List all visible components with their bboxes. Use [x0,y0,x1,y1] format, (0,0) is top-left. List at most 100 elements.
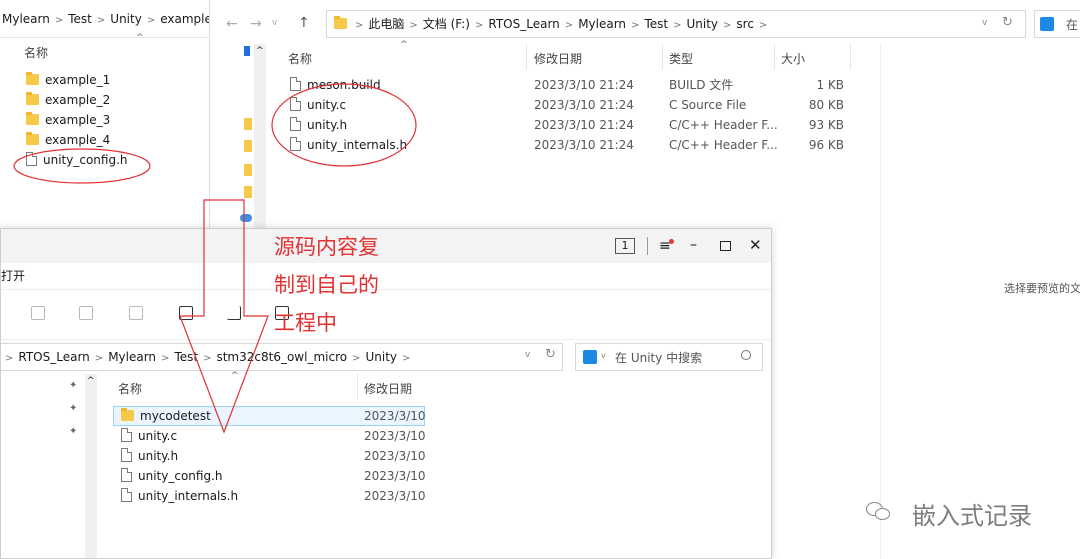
refresh-icon[interactable]: ↻ [1002,15,1013,30]
nav-folder-icon [244,186,252,198]
address-divider [0,37,209,38]
list-item[interactable]: example_2 [26,90,110,110]
crumb-mylearn[interactable]: Mylearn [2,12,50,26]
crumb-test[interactable]: Test [644,17,668,31]
column-name-header[interactable]: 名称 [24,44,48,61]
file-name: example_2 [45,93,111,107]
address-dropdown-icon[interactable]: v [982,18,987,28]
column-type-header[interactable]: 类型 [669,50,693,67]
copy-icon[interactable] [31,306,45,320]
folder-icon [334,16,347,29]
list-item[interactable]: example_1 [26,70,110,90]
scroll-up-icon[interactable]: ^ [256,46,264,56]
list-item[interactable]: example_3 [26,110,110,130]
address-bar[interactable]: Mylearn>Test>Unity>examples> [0,6,209,32]
table-row[interactable]: mycodetest [121,406,211,426]
src-breadcrumb: > 此电脑 > 文档 (F:) > RTOS_Learn > Mylearn > Test > Uni… [355,17,768,31]
column-name-header[interactable]: 名称 [288,50,312,67]
crumb-this-pc[interactable]: 此电脑 [368,17,404,31]
file-name: example_4 [45,133,111,147]
file-name: example_1 [45,73,111,87]
crumb-test[interactable]: Test [68,12,92,26]
crumb-mylearn[interactable]: Mylearn [108,350,156,364]
file-date: 2023/3/10 21:24 [534,138,634,152]
address-bar[interactable]: > RTOS_Learn > Mylearn > Test > stm32c8t6_owl_m… [1,343,563,371]
file-name: unity.c [138,429,178,443]
refresh-icon[interactable]: ↻ [545,347,556,362]
title-separator [647,237,648,255]
crumb-test[interactable]: Test [174,350,198,364]
wechat-icon [866,500,894,522]
maximize-icon[interactable] [720,241,731,251]
folder-icon [26,132,39,145]
table-row[interactable]: meson.build [290,75,381,95]
list-item[interactable]: example_4 [26,130,110,150]
crumb-drive-f[interactable]: 文档 (F:) [423,17,470,31]
table-row[interactable]: unity.c [121,426,177,446]
column-divider [774,44,775,70]
table-row[interactable]: unity_internals.h [121,486,238,506]
crumb-unity[interactable]: Unity [110,12,142,26]
crumb-rtos-learn[interactable]: RTOS_Learn [488,17,559,31]
column-date-header[interactable]: 修改日期 [364,380,412,397]
folder-icon [26,92,39,105]
nav-scrollbar[interactable] [254,44,266,244]
folder-icon [26,72,39,85]
table-row[interactable]: unity.c [290,95,346,115]
annotation-line: 源码内容复 [274,235,379,259]
file-name: unity.h [138,449,179,463]
file-name: example_3 [45,113,111,127]
crop-icon[interactable] [227,306,241,320]
crumb-examples[interactable]: examples [160,12,209,26]
back-arrow-icon[interactable]: ← [226,16,238,32]
column-divider [662,44,663,70]
table-row[interactable]: unity.h [290,115,347,135]
up-arrow-icon[interactable]: ↑ [298,15,310,31]
scroll-up-icon[interactable]: ^ [87,376,95,386]
crumb-rtos-learn[interactable]: RTOS_Learn [18,350,89,364]
search-input[interactable]: 在 [1066,16,1078,33]
chevron-down-icon[interactable]: v [272,18,277,28]
crumb-unity[interactable]: Unity [686,17,718,31]
delete-icon[interactable] [129,306,143,320]
minimize-icon[interactable]: – [690,237,697,253]
file-type: C Source File [669,98,747,112]
close-icon[interactable]: ✕ [749,236,762,254]
column-date-header[interactable]: 修改日期 [534,50,582,67]
forward-arrow-icon[interactable]: → [250,16,262,32]
pin-icon: ✦ [69,380,78,391]
tab-count-badge[interactable]: 1 [615,238,635,254]
nav-scrollbar[interactable] [85,374,97,558]
file-icon [290,97,301,111]
crumb-src[interactable]: src [736,17,754,31]
folder-icon [26,112,39,125]
file-name: unity_internals.h [307,138,408,152]
file-date: 2023/3/10 [364,449,426,463]
address-dropdown-icon[interactable]: v [525,350,530,360]
table-row[interactable]: unity_config.h [121,466,223,486]
search-icon[interactable] [741,350,751,360]
list-item[interactable]: unity_config.h [26,150,128,170]
crumb-stm32[interactable]: stm32c8t6_owl_micro [216,350,347,364]
share-icon[interactable] [179,306,193,320]
chevron-down-icon[interactable]: v [601,351,606,360]
file-type: C/C++ Header F... [669,138,778,152]
rename-icon[interactable] [79,306,93,320]
file-icon [26,152,37,166]
search-scope-icon[interactable] [583,350,597,364]
title-bar[interactable] [1,229,771,263]
table-row[interactable]: unity_internals.h [290,135,407,155]
search-input[interactable]: 在 Unity 中搜索 [615,349,702,366]
column-name-header[interactable]: 名称 [118,380,142,397]
onedrive-icon [240,214,252,222]
sort-up-icon: ^ [400,40,408,50]
pin-icon: ✦ [69,426,78,437]
column-divider [850,44,851,70]
crumb-mylearn[interactable]: Mylearn [578,17,626,31]
search-scope-icon[interactable] [1040,17,1054,31]
file-date: 2023/3/10 21:24 [534,78,634,92]
file-icon [290,137,301,151]
column-size-header[interactable]: 大小 [781,50,805,67]
table-row[interactable]: unity.h [121,446,178,466]
crumb-unity[interactable]: Unity [365,350,397,364]
